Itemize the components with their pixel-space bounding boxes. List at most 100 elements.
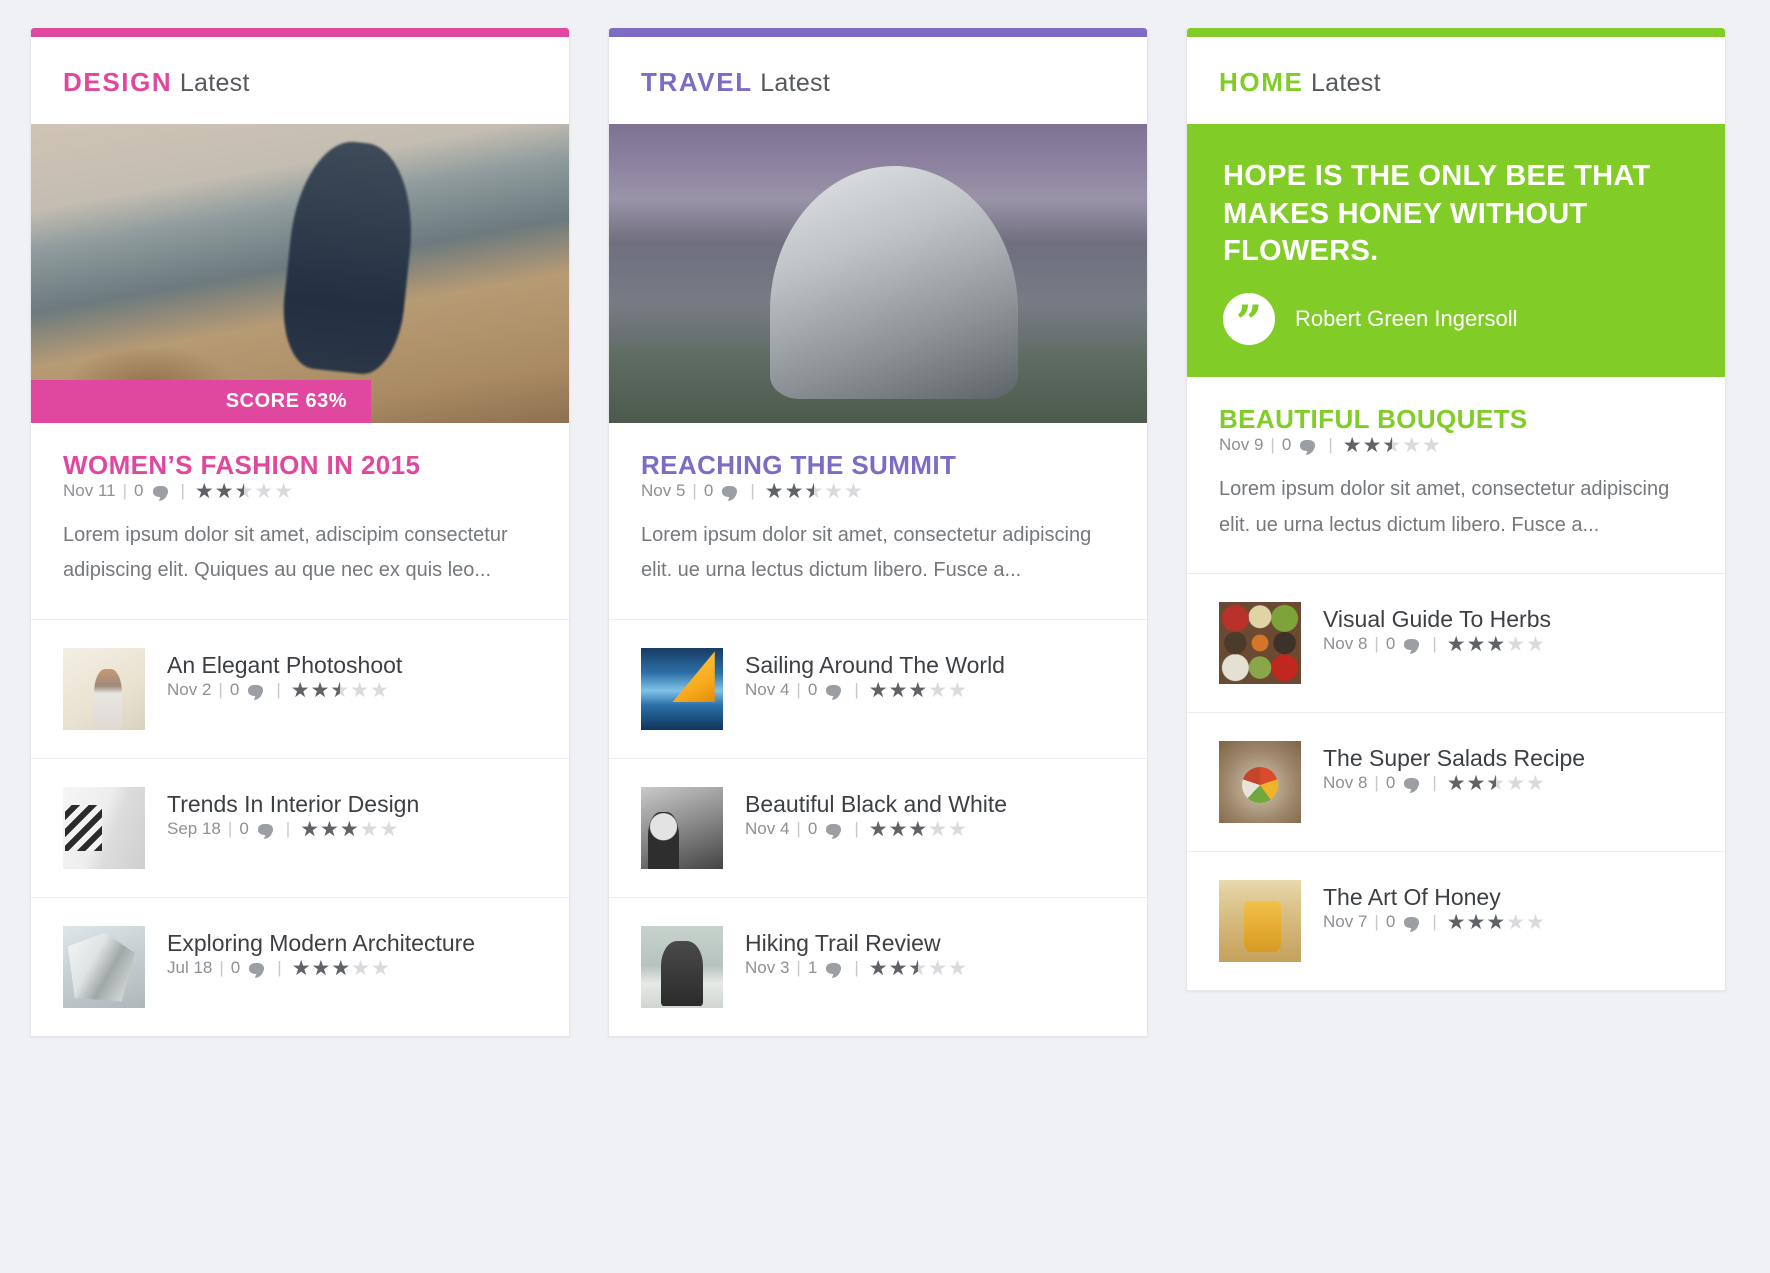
comment-count: 0: [703, 481, 714, 501]
star-fill: ★: [1466, 633, 1486, 655]
star-fill: ★: [1446, 911, 1466, 933]
star-icon: ★★: [320, 817, 339, 841]
star-icon: ★★: [1466, 771, 1486, 795]
star-fill: ★: [1446, 772, 1466, 794]
star-icon: ★: [359, 817, 379, 841]
list-item[interactable]: Exploring Modern Architecture Jul 18 | 0 | ★ ★…: [31, 898, 569, 1036]
comment-count: 0: [1385, 634, 1396, 654]
comment-count: 0: [1281, 435, 1292, 455]
star-fill: ★: [214, 480, 234, 502]
card-accent-bar: [609, 28, 1147, 37]
quote-author-row: ” Robert Green Ingersoll: [1223, 293, 1689, 346]
star-icon: ★★: [888, 817, 908, 841]
category-title: TRAVEL: [641, 67, 753, 97]
list-item[interactable]: Visual Guide To Herbs Nov 8 | 0 | ★ ★ ★ ★ ★ ★ ★ ★: [1187, 574, 1725, 714]
star-icon: ★: [948, 817, 967, 841]
category-title: HOME: [1219, 67, 1304, 97]
star-icon: ★: [928, 956, 948, 980]
star-fill: ★: [290, 679, 310, 701]
star-fill: ★: [764, 480, 784, 502]
featured-post-title[interactable]: WOMEN’S FASHION IN 2015: [63, 450, 420, 480]
list-item[interactable]: Beautiful Black and White Nov 4 | 0 | ★ ★ ★ ★ ★ ★ ★…: [609, 759, 1147, 899]
woman-on-dock-photo: [31, 124, 569, 423]
star-icon: ★: [1506, 771, 1526, 795]
meta-separator: |: [854, 819, 859, 839]
meta-separator: |: [1270, 435, 1275, 455]
list-item[interactable]: The Art Of Honey Nov 7 | 0 | ★ ★ ★ ★ ★ ★ ★ ★: [1187, 852, 1725, 990]
category-title: DESIGN: [63, 67, 173, 97]
post-meta: Nov 4 | 0 | ★ ★ ★ ★ ★ ★ ★ ★: [745, 819, 1007, 840]
star-icon: ★★: [868, 678, 888, 702]
star-icon: ★★: [214, 479, 234, 503]
star-icon: ★★: [1486, 910, 1506, 934]
star-icon: ★: [1422, 433, 1441, 457]
star-icon: ★★: [908, 956, 928, 980]
salad-thumb: [1219, 741, 1301, 824]
card-header: TRAVEL Latest: [609, 37, 1147, 124]
star-icon: ★: [1526, 771, 1545, 795]
star-icon: ★★: [908, 678, 928, 702]
post-meta: Nov 11|0|★★★★★★★★: [63, 481, 537, 502]
card-accent-bar: [1187, 28, 1725, 37]
star-icon: ★: [844, 479, 863, 503]
sailboat-thumb: [641, 648, 723, 731]
star-icon: ★★: [234, 479, 254, 503]
post-meta: Nov 8|0|★★★★★★★★: [1323, 773, 1585, 794]
post-date: Nov 9: [1219, 435, 1264, 455]
list-item-body: An Elegant PhotoshootNov 2|0|★★★★★★★★: [167, 648, 402, 717]
list-item-title[interactable]: The Super Salads Recipe: [1323, 745, 1585, 771]
star-fill: ★: [888, 679, 908, 701]
star-icon: ★★: [331, 956, 351, 980]
list-item-title[interactable]: Hiking Trail Review: [745, 930, 941, 956]
meta-separator: |: [219, 958, 224, 978]
star-icon: ★★: [1342, 433, 1362, 457]
star-icon: ★: [928, 678, 948, 702]
list-item[interactable]: An Elegant PhotoshootNov 2|0|★★★★★★★★: [31, 620, 569, 760]
category-card-design: DESIGN Latest SCORE 63% WOMEN’S FASHION IN…: [30, 28, 570, 1038]
featured-post: BEAUTIFUL BOUQUETSNov 9|0|★★★★★★★★Lorem …: [1187, 377, 1725, 575]
list-item-title[interactable]: Beautiful Black and White: [745, 791, 1007, 817]
list-item[interactable]: Trends In Interior Design Sep 18 | 0 | ★ ★ ★ ★ ★ ★…: [31, 759, 569, 899]
list-item-title[interactable]: An Elegant Photoshoot: [167, 652, 402, 678]
list-item-body: Beautiful Black and White Nov 4 | 0 | ★ ★ ★ ★ ★ ★ ★…: [745, 787, 1007, 856]
star-rating: ★★★★★★★★: [1447, 634, 1545, 655]
category-subtitle: Latest: [179, 69, 250, 97]
photo: [63, 926, 145, 1009]
star-rating: ★★★★★★★★: [1447, 773, 1545, 794]
list-item[interactable]: Sailing Around The World Nov 4 | 0 | ★ ★ ★ ★ ★ ★ ★ ★: [609, 620, 1147, 760]
list-item-title[interactable]: The Art Of Honey: [1323, 884, 1501, 910]
list-item-title[interactable]: Trends In Interior Design: [167, 791, 419, 817]
meta-separator: |: [285, 819, 291, 839]
star-icon: ★★: [1446, 632, 1466, 656]
star-icon: ★: [351, 956, 370, 980]
star-fill: ★: [1486, 911, 1506, 933]
star-icon: ★: [1526, 632, 1545, 656]
star-icon: ★: [948, 956, 967, 980]
list-item[interactable]: Hiking Trail ReviewNov 3|1|★★★★★★★★: [609, 898, 1147, 1036]
star-fill: ★: [888, 957, 908, 979]
comment-icon: [1404, 916, 1420, 928]
star-icon: ★★: [1486, 632, 1506, 656]
comment-count: 0: [229, 680, 240, 700]
comment-icon: [826, 823, 842, 835]
list-item-title[interactable]: Visual Guide To Herbs: [1323, 606, 1551, 632]
meta-separator: |: [122, 481, 128, 501]
star-icon: ★★: [339, 817, 359, 841]
list-item-title[interactable]: Exploring Modern Architecture: [167, 930, 475, 956]
list-item-title[interactable]: Sailing Around The World: [745, 652, 1005, 678]
herbs-thumb: [1219, 602, 1301, 685]
featured-post-title[interactable]: BEAUTIFUL BOUQUETS: [1219, 404, 1528, 434]
photo: [63, 787, 145, 870]
score-badge: SCORE 63%: [31, 380, 371, 423]
post-date: Jul 18: [167, 958, 213, 978]
comment-count: 0: [807, 680, 818, 700]
meta-separator: |: [1328, 435, 1333, 455]
modern-architecture-thumb: [63, 926, 145, 1009]
list-item[interactable]: The Super Salads RecipeNov 8|0|★★★★★★★★: [1187, 713, 1725, 853]
photo: [641, 787, 723, 870]
star-fill: ★: [194, 480, 214, 502]
list-item-body: Sailing Around The World Nov 4 | 0 | ★ ★ ★ ★ ★ ★ ★ ★: [745, 648, 1005, 717]
featured-post-title[interactable]: REACHING THE SUMMIT: [641, 450, 956, 480]
list-item-body: The Art Of Honey Nov 7 | 0 | ★ ★ ★ ★ ★ ★ ★ ★: [1323, 880, 1545, 949]
star-icon: ★: [371, 956, 390, 980]
